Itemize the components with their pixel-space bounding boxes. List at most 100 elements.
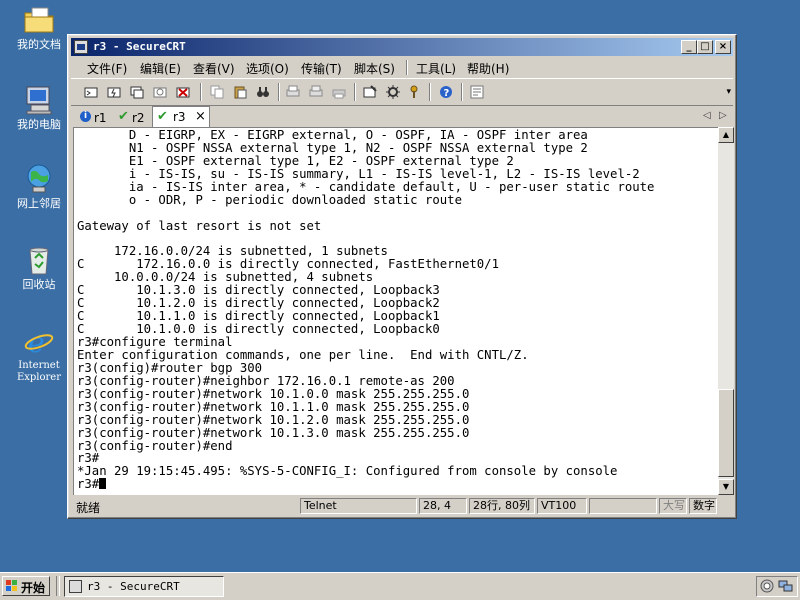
terminal-line: r3(config-router)#end: [77, 438, 233, 453]
print-screen-button[interactable]: [330, 83, 348, 101]
menu-file[interactable]: 文件(F): [87, 60, 127, 77]
command-window-button[interactable]: [468, 83, 486, 101]
start-button[interactable]: 开始: [2, 576, 50, 596]
print-button[interactable]: [284, 83, 302, 101]
copy-icon: [210, 85, 224, 99]
recycle-bin-icon: [23, 244, 55, 276]
scroll-thumb[interactable]: [718, 389, 734, 477]
desktop-icon-internet-explorer[interactable]: e Internet Explorer: [8, 325, 70, 384]
desktop-icon-my-documents[interactable]: 我的文档: [8, 4, 70, 51]
reconnect-button[interactable]: [151, 83, 169, 101]
terminal-line: r3(config-router)#network 10.1.2.0 mask …: [77, 412, 470, 427]
maximize-button[interactable]: □: [697, 40, 713, 54]
securecrt-app-icon[interactable]: [74, 40, 88, 54]
desktop-icon-my-computer[interactable]: 我的电脑: [8, 84, 70, 131]
connect-in-tab-button[interactable]: [128, 83, 146, 101]
menu-options[interactable]: 选项(O): [246, 60, 289, 77]
terminal-line: r3#configure terminal: [77, 335, 233, 349]
status-num: 数字: [689, 498, 717, 514]
disconnect-button[interactable]: [174, 83, 192, 101]
menu-script[interactable]: 脚本(S): [354, 60, 395, 77]
info-icon: i: [80, 111, 91, 122]
command-window-icon: [470, 85, 484, 99]
terminal-scrollbar[interactable]: ▲ ▼: [718, 127, 734, 495]
terminal-line: D - EIGRP, EX - EIGRP external, O - OSPF…: [77, 128, 588, 142]
tab-r1[interactable]: i r1: [77, 108, 111, 126]
terminal-line: r3(config)#router bgp 300: [77, 360, 263, 375]
menu-view[interactable]: 查看(V): [193, 60, 235, 77]
paste-button[interactable]: [231, 83, 249, 101]
desktop-icon-network-places[interactable]: 网上邻居: [8, 163, 70, 210]
minimize-button[interactable]: _: [681, 40, 697, 54]
desktop-icon-label: 我的文档: [17, 38, 61, 51]
session-options-button[interactable]: [361, 83, 379, 101]
binoculars-icon: [257, 87, 269, 97]
system-tray: [756, 576, 798, 597]
taskbar-separator: [56, 576, 60, 596]
keymap-button[interactable]: [405, 83, 423, 101]
terminal-line: Gateway of last resort is not set: [77, 218, 322, 233]
menu-transfer[interactable]: 传输(T): [301, 60, 342, 77]
session-options-icon: [363, 85, 377, 98]
terminal-prompt: r3#: [77, 477, 100, 492]
status-bar: 就绪 Telnet 28, 4 28行, 80列 VT100 大写 数字: [71, 497, 733, 515]
tab-scroll-left-icon[interactable]: ◁: [703, 110, 711, 121]
find-button[interactable]: [254, 83, 272, 101]
status-emulation: VT100: [537, 498, 587, 514]
quick-connect-button[interactable]: [105, 83, 123, 101]
terminal-cursor: [99, 478, 107, 490]
status-protocol: Telnet: [300, 498, 417, 514]
global-options-button[interactable]: [384, 83, 402, 101]
status-ready: 就绪: [76, 501, 101, 515]
help-button[interactable]: ?: [437, 83, 455, 101]
tray-shield-icon[interactable]: [760, 579, 775, 594]
tab-close-icon[interactable]: ×: [195, 109, 206, 124]
tab-label: r2: [132, 111, 145, 125]
window-title: r3 - SecureCRT: [93, 40, 186, 53]
start-label: 开始: [21, 581, 46, 595]
scroll-down-icon[interactable]: ▼: [718, 479, 734, 495]
status-terminal-size: 28行, 80列: [469, 498, 535, 514]
paste-icon: [234, 86, 247, 99]
securecrt-app-icon: [69, 580, 82, 593]
scroll-up-icon[interactable]: ▲: [718, 127, 734, 143]
printer-icon: [332, 89, 346, 99]
tab-r3[interactable]: ✔ r3 ×: [152, 106, 210, 127]
status-cursor-position: 28, 4: [419, 498, 467, 514]
connect-icon: [84, 87, 98, 98]
tray-network-icon[interactable]: [778, 579, 794, 594]
desktop-icon-label: Internet Explorer: [16, 360, 62, 383]
windows-logo-icon: [6, 580, 17, 591]
menu-help[interactable]: 帮助(H): [467, 60, 509, 77]
checkmark-icon: ✔: [118, 109, 129, 124]
menu-tools[interactable]: 工具(L): [416, 60, 456, 77]
close-button[interactable]: ×: [715, 40, 731, 54]
toolbar-separator: [200, 83, 202, 101]
toolbar-separator: [354, 83, 356, 101]
status-caps: 大写: [659, 498, 687, 514]
help-icon: ?: [440, 86, 452, 99]
menu-separator: [406, 60, 408, 75]
svg-text:?: ?: [444, 88, 450, 99]
terminal-output[interactable]: D - EIGRP, EX - EIGRP external, O - OSPF…: [73, 127, 718, 495]
network-globe-icon: [23, 163, 55, 195]
print-selection-button[interactable]: [307, 83, 325, 101]
terminal-text: D - EIGRP, EX - EIGRP external, O - OSPF…: [77, 129, 654, 491]
terminal-line: r3(config-router)#network 10.1.1.0 mask …: [77, 399, 470, 414]
taskbar-item-securecrt[interactable]: r3 - SecureCRT: [64, 576, 224, 597]
terminal-line: E1 - OSPF external type 1, E2 - OSPF ext…: [77, 153, 514, 168]
terminal-line: *Jan 29 19:15:45.495: %SYS-5-CONFIG_I: C…: [77, 464, 618, 479]
connect-button[interactable]: [82, 83, 100, 101]
toolbar-separator: [429, 83, 431, 101]
title-bar[interactable]: r3 - SecureCRT _ □ ×: [71, 38, 733, 56]
tab-r2[interactable]: ✔ r2: [115, 108, 149, 126]
menu-edit[interactable]: 编辑(E): [140, 60, 181, 77]
key-icon: [410, 85, 418, 98]
tab-scroll-right-icon[interactable]: ▷: [719, 110, 727, 121]
terminal-line: r3(config-router)#network 10.1.0.0 mask …: [77, 386, 470, 401]
copy-button[interactable]: [208, 83, 226, 101]
desktop-icon-recycle-bin[interactable]: 回收站: [8, 244, 70, 291]
computer-icon: [23, 84, 55, 116]
status-empty: [589, 498, 657, 514]
toolbar-overflow-icon[interactable]: ▾: [726, 87, 731, 97]
